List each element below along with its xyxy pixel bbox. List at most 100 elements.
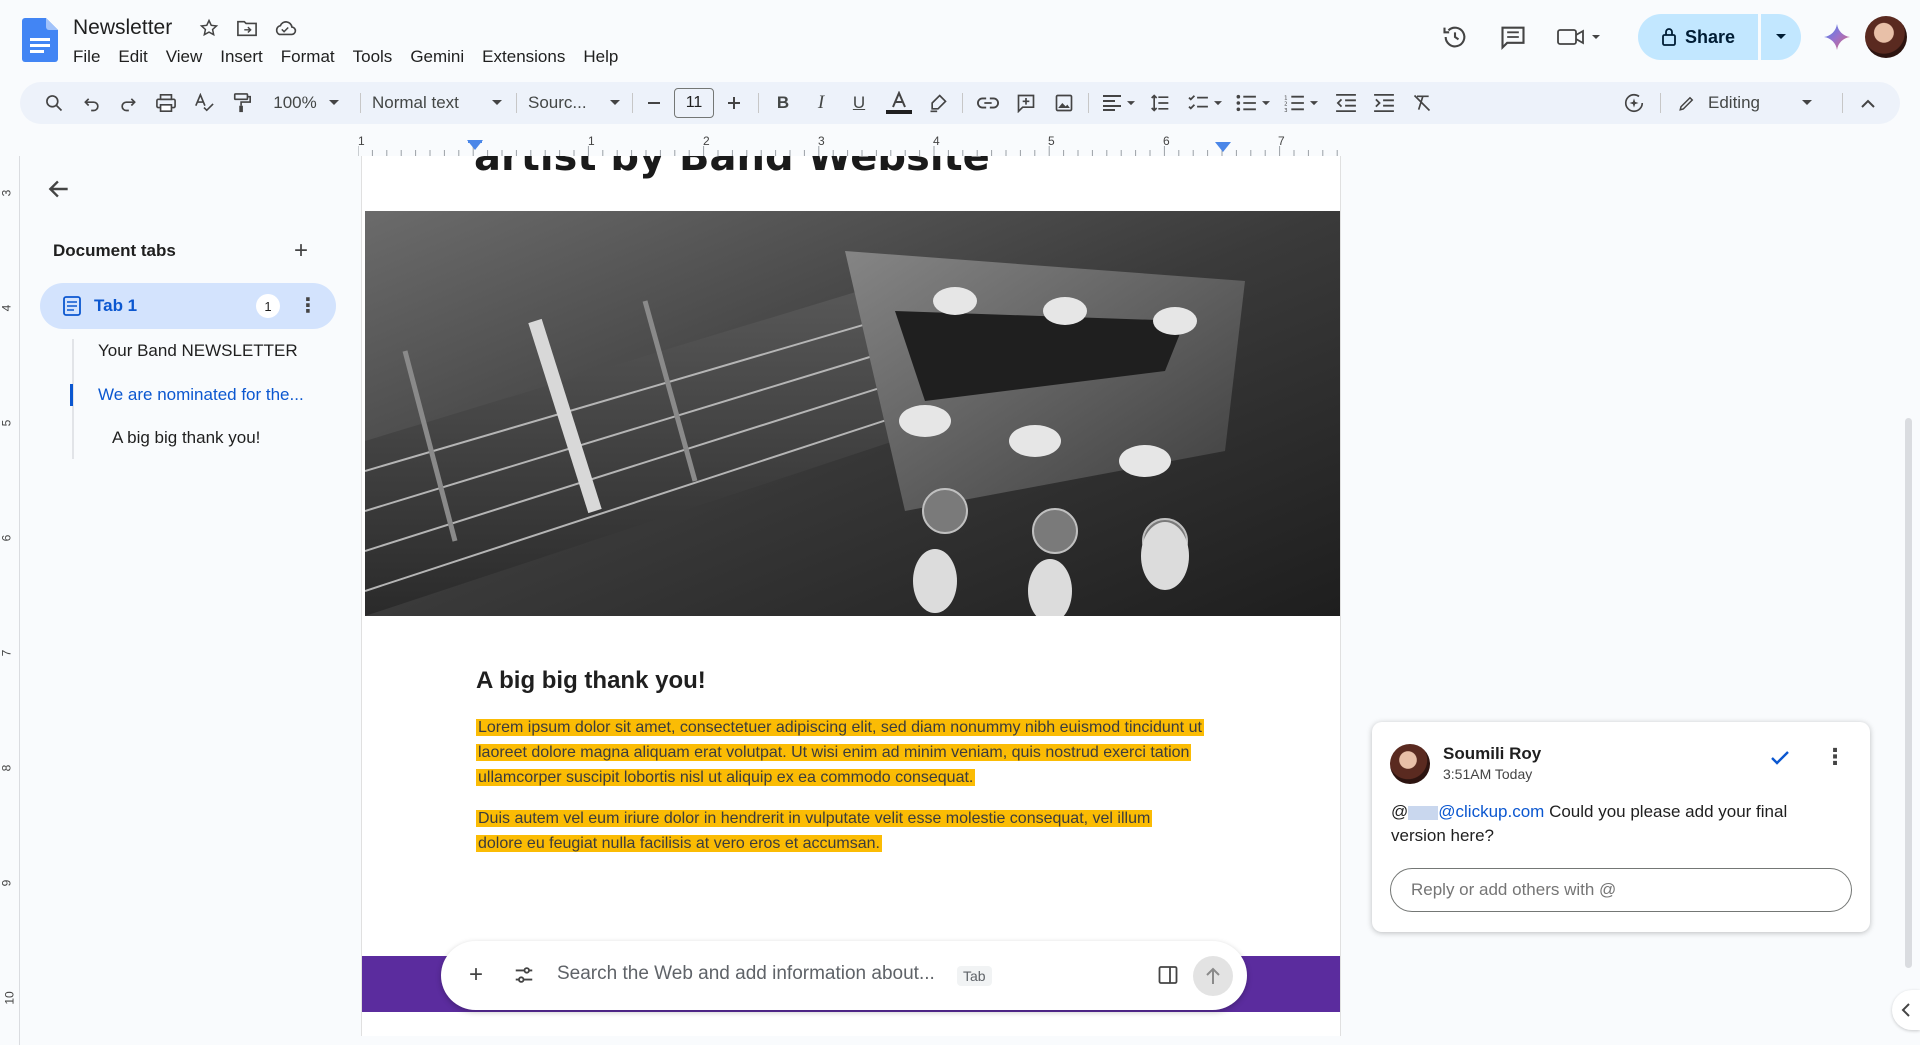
menu-view[interactable]: View <box>157 45 212 69</box>
document-page[interactable]: artist by Band Website A big big thank y… <box>361 156 1341 1036</box>
toolbar-divider <box>962 93 963 113</box>
highlighted-text[interactable]: Lorem ipsum dolor sit amet, consectetuer… <box>476 719 1204 786</box>
tab-comment-count-badge: 1 <box>256 294 280 318</box>
left-indent-marker-icon[interactable] <box>467 140 483 152</box>
comments-icon[interactable] <box>1498 22 1528 52</box>
comment-card[interactable]: Soumili Roy 3:51AM Today ⋮ @ @clickup.com… <box>1372 722 1870 932</box>
show-side-panel-button[interactable] <box>1892 990 1920 1030</box>
menu-help[interactable]: Help <box>574 45 627 69</box>
account-avatar[interactable] <box>1865 16 1907 58</box>
paragraph-2[interactable]: Duis autem vel eum iriure dolor in hendr… <box>476 806 1196 856</box>
editing-mode-select[interactable]: Editing <box>1670 89 1820 117</box>
vertical-scrollbar[interactable] <box>1905 418 1912 968</box>
checklist-select[interactable] <box>1184 89 1226 117</box>
decrease-indent-icon[interactable] <box>1332 89 1360 117</box>
insert-image-icon[interactable] <box>1050 89 1078 117</box>
underline-icon[interactable]: U <box>846 89 872 117</box>
paragraph-1[interactable]: Lorem ipsum dolor sit amet, consectetuer… <box>476 715 1216 790</box>
redo-icon[interactable] <box>114 89 142 117</box>
formatting-toolbar: 100% Normal text Sourc... 11 B I U 1 2 3… <box>20 82 1900 124</box>
send-button[interactable] <box>1193 956 1233 996</box>
ruler-number: 5 <box>1048 134 1055 148</box>
insert-link-icon[interactable] <box>974 89 1002 117</box>
tune-settings-icon[interactable] <box>513 964 535 986</box>
menu-format[interactable]: Format <box>272 45 344 69</box>
star-icon[interactable] <box>197 16 221 40</box>
svg-text:3: 3 <box>1284 108 1287 112</box>
highlighted-text[interactable]: Duis autem vel eum iriure dolor in hendr… <box>476 810 1153 852</box>
search-placeholder[interactable]: Search the Web and add information about… <box>557 963 935 985</box>
meet-icon[interactable] <box>1554 22 1604 52</box>
comment-mention[interactable]: @clickup.com <box>1438 802 1544 821</box>
decrease-font-size-icon[interactable] <box>642 89 666 117</box>
menu-insert[interactable]: Insert <box>211 45 272 69</box>
menu-tools[interactable]: Tools <box>344 45 402 69</box>
undo-icon[interactable] <box>78 89 106 117</box>
svg-text:1: 1 <box>1284 95 1287 101</box>
collapse-menus-icon[interactable] <box>1854 89 1882 117</box>
share-label: Share <box>1684 26 1736 47</box>
share-dropdown-button[interactable] <box>1761 14 1801 60</box>
toolbar-divider <box>1660 93 1661 113</box>
horizontal-ruler[interactable]: 1 1 2 3 4 5 6 7 <box>358 130 1341 156</box>
ruler-ticks <box>358 146 1338 156</box>
menu-file[interactable]: File <box>64 45 109 69</box>
document-tabs-title: Document tabs <box>53 241 176 260</box>
align-left-icon <box>1103 95 1121 111</box>
paragraph-style-select[interactable]: Normal text <box>372 89 502 117</box>
zoom-select[interactable]: 100% <box>266 89 346 117</box>
ruler-number: 3 <box>0 189 14 197</box>
outline-item-newsletter[interactable]: Your Band NEWSLETTER <box>98 341 298 361</box>
print-icon[interactable] <box>152 89 180 117</box>
font-size-input[interactable]: 11 <box>674 88 714 118</box>
add-comment-icon[interactable] <box>1012 89 1040 117</box>
numbered-list-icon: 123 <box>1284 95 1304 112</box>
bulleted-list-select[interactable] <box>1232 89 1274 117</box>
tab-more-options-icon[interactable]: ⋮ <box>298 293 318 318</box>
guitar-headstock-image[interactable] <box>365 211 1340 616</box>
clear-formatting-icon[interactable] <box>1408 89 1436 117</box>
version-history-icon[interactable] <box>1440 22 1470 52</box>
share-button[interactable]: Share <box>1638 14 1758 60</box>
align-select[interactable] <box>1098 89 1140 117</box>
gemini-refine-icon[interactable] <box>1620 89 1648 117</box>
highlight-color-icon[interactable] <box>924 89 952 117</box>
gemini-icon[interactable] <box>1822 22 1852 52</box>
menu-extensions[interactable]: Extensions <box>473 45 574 69</box>
cloud-saved-icon[interactable] <box>273 16 297 40</box>
side-panel-icon[interactable] <box>1158 965 1178 985</box>
gemini-search-bar[interactable]: + Search the Web and add information abo… <box>441 941 1247 1010</box>
outline-item-nominated[interactable]: We are nominated for the... <box>98 385 304 405</box>
reply-input[interactable] <box>1390 868 1852 912</box>
increase-indent-icon[interactable] <box>1370 89 1398 117</box>
right-indent-marker-icon[interactable] <box>1215 142 1231 154</box>
outline-item-thank-you[interactable]: A big big thank you! <box>112 428 260 448</box>
section-heading[interactable]: A big big thank you! <box>476 667 706 695</box>
font-family-select[interactable]: Sourc... <box>528 89 620 117</box>
resolve-check-icon[interactable] <box>1768 746 1792 770</box>
numbered-list-select[interactable]: 123 <box>1280 89 1322 117</box>
spellcheck-icon[interactable] <box>190 89 218 117</box>
docs-logo-icon[interactable] <box>22 18 58 62</box>
text-color-icon[interactable] <box>884 89 914 117</box>
vertical-ruler[interactable]: 3 4 5 6 7 8 9 10 <box>0 156 20 1045</box>
back-arrow-icon[interactable] <box>46 176 72 202</box>
add-tab-icon[interactable]: + <box>294 239 308 263</box>
title-bar: Newsletter File Edit View Insert Format … <box>0 0 1920 80</box>
redacted-name <box>1408 805 1439 820</box>
tab-1[interactable]: Tab 1 1 ⋮ <box>40 283 336 329</box>
line-spacing-icon[interactable] <box>1146 89 1174 117</box>
search-menus-icon[interactable] <box>40 89 68 117</box>
document-title[interactable]: Newsletter <box>73 16 172 40</box>
italic-icon[interactable]: I <box>808 89 834 117</box>
bulleted-list-icon <box>1236 94 1256 112</box>
move-folder-icon[interactable] <box>235 16 259 40</box>
chevron-down-icon <box>492 100 502 105</box>
increase-font-size-icon[interactable] <box>722 89 746 117</box>
bold-icon[interactable]: B <box>770 89 796 117</box>
add-icon[interactable]: + <box>469 961 483 989</box>
paint-format-icon[interactable] <box>228 89 256 117</box>
menu-gemini[interactable]: Gemini <box>401 45 473 69</box>
menu-edit[interactable]: Edit <box>109 45 156 69</box>
comment-more-icon[interactable]: ⋮ <box>1824 744 1846 770</box>
